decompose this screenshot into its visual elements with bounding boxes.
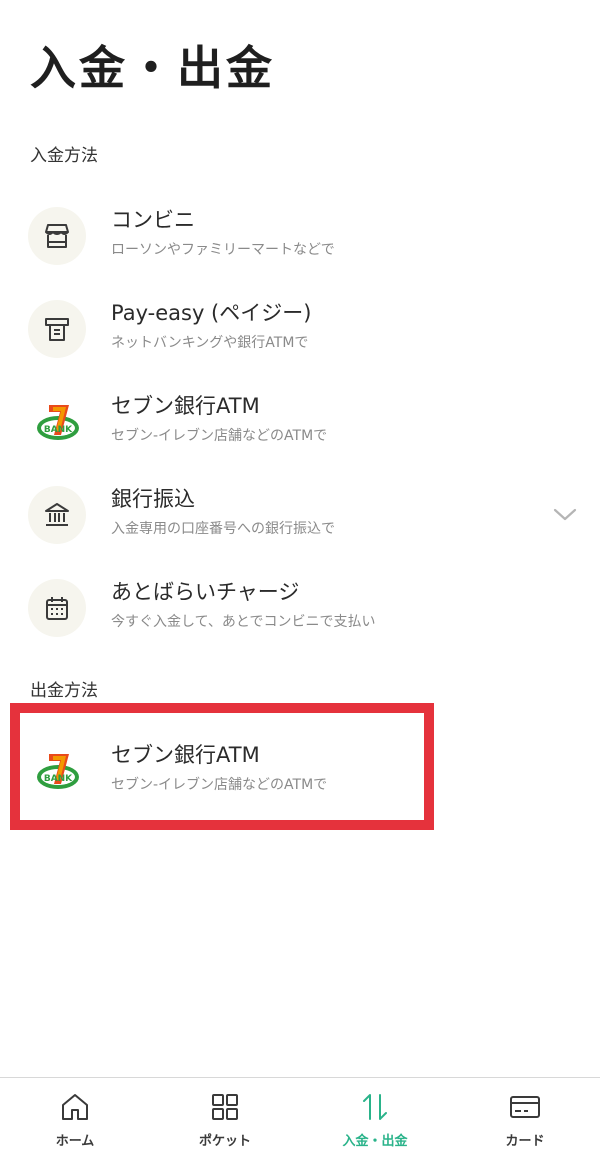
highlight-annotation-box [10, 703, 434, 830]
tab-pocket[interactable]: ポケット [150, 1078, 300, 1167]
item-subtitle: ネットバンキングや銀行ATMで [111, 335, 309, 351]
deposit-item-seven-bank[interactable]: BANK セブン銀行ATM セブン-イレブン店舗などのATMで [28, 383, 588, 463]
deposit-item-convenience[interactable]: コンビニ ローソンやファミリーマートなどで [28, 197, 588, 277]
tab-label: 入金・出金 [342, 1134, 408, 1149]
item-title: コンビニ [111, 208, 195, 232]
tab-label: ホーム [55, 1134, 95, 1149]
calendar-icon [28, 579, 86, 637]
item-subtitle: セブン-イレブン店舗などのATMで [111, 428, 328, 444]
tab-deposit-withdraw[interactable]: 入金・出金 [300, 1078, 450, 1167]
grid-icon [212, 1094, 238, 1120]
deposit-item-paylater[interactable]: あとばらいチャージ 今すぐ入金して、あとでコンビニで支払い [28, 569, 588, 649]
atm-icon [28, 300, 86, 358]
item-title: あとばらいチャージ [111, 580, 300, 604]
card-icon [510, 1096, 540, 1118]
store-icon [28, 207, 86, 265]
bank-icon [28, 486, 86, 544]
deposit-item-bank-transfer[interactable]: 銀行振込 入金専用の口座番号への銀行振込で [28, 476, 588, 556]
item-subtitle: 今すぐ入金して、あとでコンビニで支払い [111, 614, 376, 630]
tab-card[interactable]: カード [450, 1078, 600, 1167]
tab-label: カード [505, 1134, 545, 1149]
tab-label: ポケット [198, 1134, 251, 1149]
chevron-down-icon[interactable] [552, 504, 578, 524]
logo-text: BANK [44, 425, 73, 435]
item-title: Pay-easy (ペイジー) [111, 301, 312, 325]
bottom-tab-bar: ホーム ポケット 入金・出金 カード [0, 1077, 600, 1167]
home-icon [62, 1094, 88, 1120]
withdraw-section-label: 出金方法 [30, 681, 98, 701]
item-title: 銀行振込 [111, 487, 195, 511]
deposit-section-label: 入金方法 [30, 146, 98, 166]
item-title: セブン銀行ATM [111, 394, 260, 418]
item-subtitle: 入金専用の口座番号への銀行振込で [111, 521, 335, 537]
screen: 入金・出金 入金方法 コンビニ ローソンやファミリーマートなどで Pay-eas… [0, 0, 600, 1167]
page-title: 入金・出金 [30, 41, 275, 95]
transfer-arrows-icon [363, 1094, 387, 1120]
item-subtitle: ローソンやファミリーマートなどで [111, 242, 335, 258]
tab-home[interactable]: ホーム [0, 1078, 150, 1167]
deposit-item-payeasy[interactable]: Pay-easy (ペイジー) ネットバンキングや銀行ATMで [28, 290, 588, 370]
seven-bank-logo: BANK [37, 405, 79, 440]
